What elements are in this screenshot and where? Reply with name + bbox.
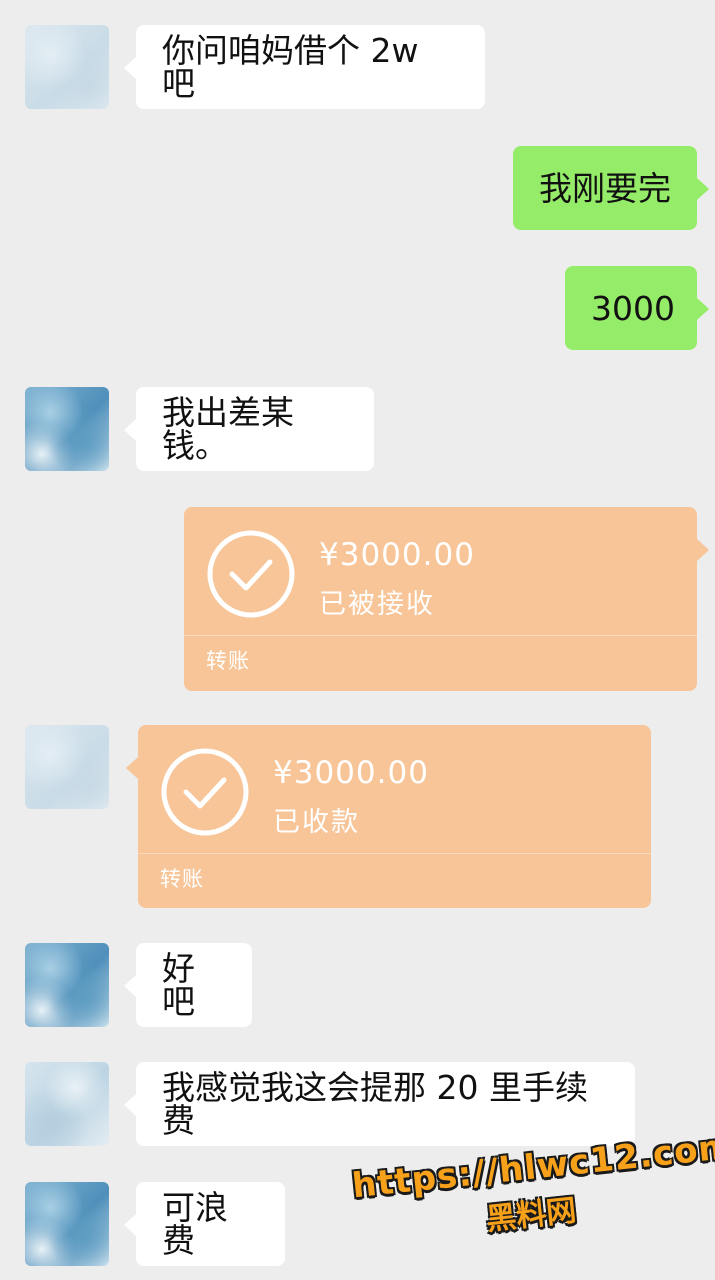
message-text: 你问咱妈借个 2w 吧	[162, 31, 419, 103]
transfer-amount: ¥3000.00	[319, 537, 475, 573]
transfer-label: 转账	[206, 649, 250, 673]
avatar[interactable]	[25, 1182, 109, 1266]
watermark: https://hlwc12.com 黑料网	[350, 1126, 715, 1276]
divider	[138, 853, 651, 854]
avatar[interactable]	[25, 387, 109, 471]
message-bubble-incoming[interactable]: 我出差某钱。	[124, 387, 374, 471]
avatar[interactable]	[25, 725, 109, 809]
message-bubble-incoming[interactable]: 我感觉我这会提那 20 里手续费	[124, 1062, 635, 1146]
message-text: 可浪费	[162, 1188, 228, 1260]
divider	[184, 635, 697, 636]
message-bubble-outgoing[interactable]: 3000	[565, 266, 709, 350]
transfer-status: 已收款	[273, 807, 360, 838]
transfer-amount: ¥3000.00	[273, 755, 429, 791]
transfer-label: 转账	[160, 867, 204, 891]
transfer-card-incoming[interactable]: ¥3000.00 已收款 转账	[126, 725, 651, 908]
avatar[interactable]	[25, 1062, 109, 1146]
message-text: 我感觉我这会提那 20 里手续费	[162, 1068, 588, 1140]
message-text: 3000	[591, 288, 675, 328]
avatar[interactable]	[25, 25, 109, 109]
message-bubble-incoming[interactable]: 好吧	[124, 943, 252, 1027]
message-bubble-incoming[interactable]: 可浪费	[124, 1182, 285, 1266]
check-circle-icon	[207, 530, 295, 618]
avatar[interactable]	[25, 943, 109, 1027]
message-bubble-outgoing[interactable]: 我刚要完	[513, 146, 709, 230]
message-text: 好吧	[162, 949, 195, 1021]
check-circle-icon	[161, 748, 249, 836]
message-text: 我刚要完	[539, 168, 671, 208]
transfer-status: 已被接收	[319, 589, 435, 620]
message-text: 我出差某钱。	[162, 393, 294, 465]
message-bubble-incoming[interactable]: 你问咱妈借个 2w 吧	[124, 25, 485, 109]
transfer-card-outgoing[interactable]: ¥3000.00 已被接收 转账	[184, 507, 709, 691]
